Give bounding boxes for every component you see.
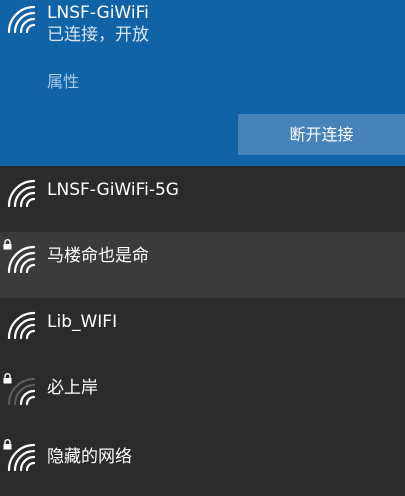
wifi-network-flyout: LNSF-GiWiFi 已连接，开放 属性 断开连接 LNSF-GiWiFi-5… xyxy=(0,0,405,496)
wifi-signal-icon xyxy=(6,310,36,340)
network-item[interactable]: 必上岸 xyxy=(0,364,405,430)
connection-status: 已连接，开放 xyxy=(47,25,149,45)
properties-link[interactable]: 属性 xyxy=(47,72,79,92)
network-name: 隐藏的网络 xyxy=(47,447,132,467)
network-name: 马楼命也是命 xyxy=(47,246,149,266)
wifi-signal-icon xyxy=(6,178,36,208)
wifi-signal-icon xyxy=(6,376,36,406)
network-item[interactable]: 马楼命也是命 xyxy=(0,232,405,298)
wifi-signal-icon xyxy=(6,442,36,472)
network-item[interactable]: Lib_WIFI xyxy=(0,298,405,364)
network-item[interactable]: 隐藏的网络 xyxy=(0,430,405,496)
network-item[interactable]: LNSF-GiWiFi-5G xyxy=(0,166,405,232)
wifi-signal-icon xyxy=(6,4,36,34)
connected-network-item[interactable]: LNSF-GiWiFi 已连接，开放 属性 断开连接 xyxy=(0,0,405,166)
connected-network-name: LNSF-GiWiFi xyxy=(47,3,149,23)
network-name: LNSF-GiWiFi-5G xyxy=(47,180,179,200)
network-name: 必上岸 xyxy=(47,378,98,398)
network-name: Lib_WIFI xyxy=(47,312,118,332)
disconnect-button[interactable]: 断开连接 xyxy=(238,114,405,155)
wifi-signal-icon xyxy=(6,244,36,274)
